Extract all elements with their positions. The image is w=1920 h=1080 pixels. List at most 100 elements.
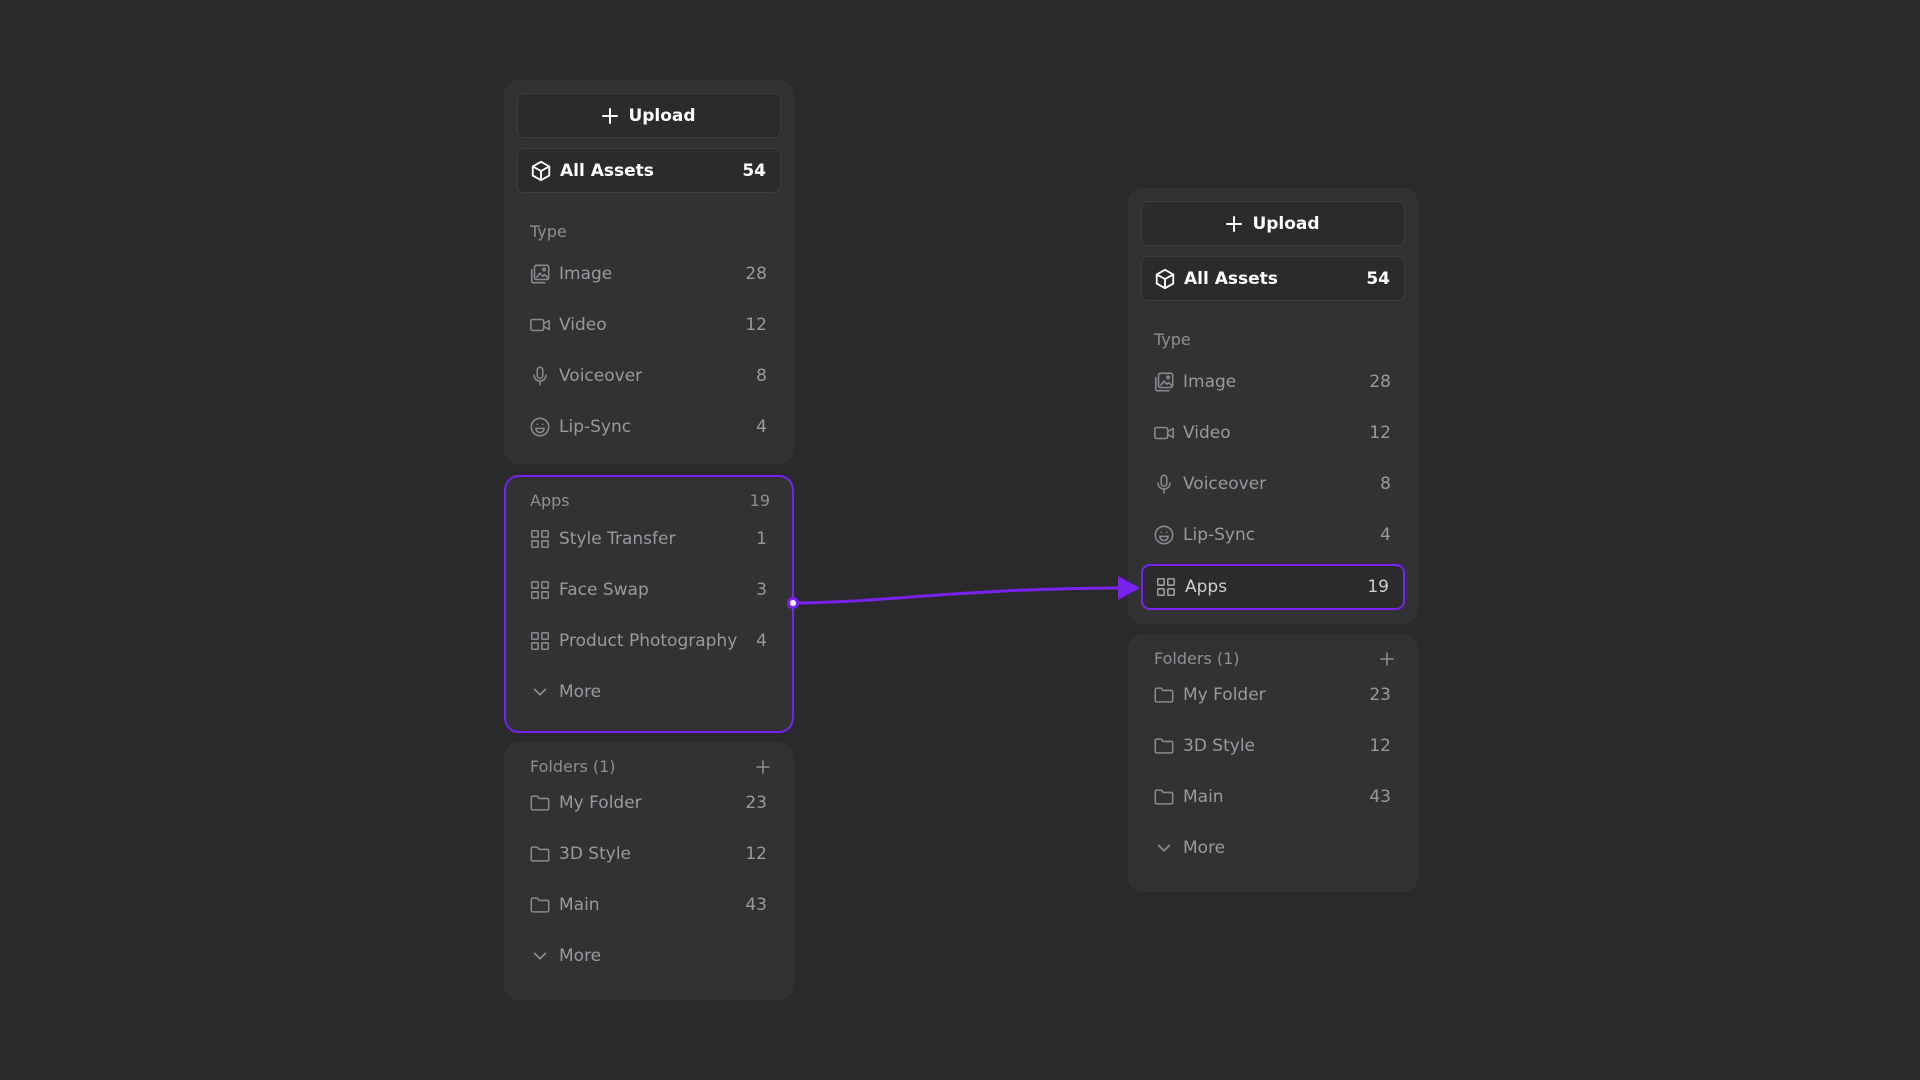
chevron-down-icon bbox=[529, 681, 551, 703]
folder-icon bbox=[1153, 735, 1175, 757]
folder-item-main[interactable]: Main 43 bbox=[1141, 775, 1405, 819]
folder-item-count: 12 bbox=[745, 844, 767, 864]
video-icon bbox=[529, 314, 551, 336]
left-folders-card: Folders (1) My Folder 23 3D Style 12 Mai… bbox=[504, 742, 794, 1000]
folders-more-button[interactable]: More bbox=[1141, 826, 1405, 870]
type-item-lip-sync[interactable]: Lip-Sync 4 bbox=[1141, 513, 1405, 557]
type-item-video[interactable]: Video 12 bbox=[1141, 411, 1405, 455]
folder-item-label: 3D Style bbox=[1183, 736, 1256, 756]
grid-icon bbox=[1155, 576, 1177, 598]
folder-item-3d-style[interactable]: 3D Style 12 bbox=[1141, 724, 1405, 768]
app-item-count: 3 bbox=[756, 580, 767, 600]
type-item-label: Image bbox=[559, 264, 613, 284]
folder-item-count: 43 bbox=[1369, 787, 1391, 807]
type-item-count: 8 bbox=[756, 366, 767, 386]
upload-button[interactable]: Upload bbox=[517, 93, 781, 138]
add-folder-button[interactable] bbox=[754, 758, 772, 776]
all-assets-label: All Assets bbox=[1184, 268, 1278, 289]
chevron-down-icon bbox=[529, 945, 551, 967]
all-assets-count: 54 bbox=[1366, 268, 1390, 289]
folder-item-my-folder[interactable]: My Folder 23 bbox=[517, 781, 781, 825]
type-item-label: Lip-Sync bbox=[1183, 525, 1256, 545]
type-item-label: Video bbox=[1183, 423, 1231, 443]
all-assets-label: All Assets bbox=[560, 160, 654, 181]
type-item-video[interactable]: Video 12 bbox=[517, 303, 781, 347]
folder-item-label: 3D Style bbox=[559, 844, 632, 864]
type-item-label: Voiceover bbox=[559, 366, 643, 386]
microphone-icon bbox=[529, 365, 551, 387]
type-section-title: Type bbox=[1154, 330, 1191, 349]
smiley-icon bbox=[529, 416, 551, 438]
app-item-product-photography[interactable]: Product Photography 4 bbox=[517, 619, 781, 663]
plus-icon bbox=[756, 760, 770, 774]
left-sidebar-top-card: Upload All Assets 54 Type Image 28 Video… bbox=[504, 80, 794, 464]
upload-label: Upload bbox=[628, 105, 696, 126]
apps-item-count: 19 bbox=[1367, 577, 1389, 597]
connector-arrow bbox=[787, 576, 1140, 609]
app-item-count: 1 bbox=[756, 529, 767, 549]
image-icon bbox=[1153, 371, 1175, 393]
grid-icon bbox=[529, 630, 551, 652]
apps-section-card: Apps 19 Style Transfer 1 Face Swap 3 Pro… bbox=[504, 475, 794, 733]
folder-item-label: Main bbox=[1183, 787, 1224, 807]
folder-item-3d-style[interactable]: 3D Style 12 bbox=[517, 832, 781, 876]
plus-icon bbox=[602, 107, 619, 124]
folder-item-count: 43 bbox=[745, 895, 767, 915]
upload-label: Upload bbox=[1252, 213, 1320, 234]
type-item-count: 28 bbox=[745, 264, 767, 284]
smiley-icon bbox=[1153, 524, 1175, 546]
type-item-label: Voiceover bbox=[1183, 474, 1267, 494]
type-item-count: 4 bbox=[1380, 525, 1391, 545]
type-item-label: Image bbox=[1183, 372, 1237, 392]
type-item-image[interactable]: Image 28 bbox=[1141, 360, 1405, 404]
apps-more-button[interactable]: More bbox=[517, 670, 781, 714]
grid-icon bbox=[529, 528, 551, 550]
add-folder-button[interactable] bbox=[1378, 650, 1396, 668]
type-item-count: 12 bbox=[745, 315, 767, 335]
app-item-style-transfer[interactable]: Style Transfer 1 bbox=[517, 517, 781, 561]
apps-section-title: Apps bbox=[530, 491, 570, 510]
app-item-label: Product Photography bbox=[559, 631, 738, 651]
type-item-count: 12 bbox=[1369, 423, 1391, 443]
folder-item-label: My Folder bbox=[1183, 685, 1266, 705]
folder-icon bbox=[1153, 684, 1175, 706]
folder-item-label: My Folder bbox=[559, 793, 642, 813]
microphone-icon bbox=[1153, 473, 1175, 495]
upload-button[interactable]: Upload bbox=[1141, 201, 1405, 246]
folder-item-main[interactable]: Main 43 bbox=[517, 883, 781, 927]
more-label: More bbox=[559, 682, 602, 702]
video-icon bbox=[1153, 422, 1175, 444]
type-item-image[interactable]: Image 28 bbox=[517, 252, 781, 296]
image-icon bbox=[529, 263, 551, 285]
folders-more-button[interactable]: More bbox=[517, 934, 781, 978]
folder-item-label: Main bbox=[559, 895, 600, 915]
type-item-count: 4 bbox=[756, 417, 767, 437]
app-item-face-swap[interactable]: Face Swap 3 bbox=[517, 568, 781, 612]
plus-icon bbox=[1380, 652, 1394, 666]
folders-section-title: Folders (1) bbox=[530, 757, 616, 776]
type-item-lip-sync[interactable]: Lip-Sync 4 bbox=[517, 405, 781, 449]
apps-item-label: Apps bbox=[1185, 577, 1228, 597]
app-item-label: Face Swap bbox=[559, 580, 649, 600]
type-item-apps[interactable]: Apps 19 bbox=[1141, 564, 1405, 610]
right-folders-card: Folders (1) My Folder 23 3D Style 12 Mai… bbox=[1128, 634, 1418, 892]
type-section-title: Type bbox=[530, 222, 567, 241]
folder-item-my-folder[interactable]: My Folder 23 bbox=[1141, 673, 1405, 717]
more-label: More bbox=[1183, 838, 1226, 858]
all-assets-item[interactable]: All Assets 54 bbox=[1141, 256, 1405, 301]
type-item-voiceover[interactable]: Voiceover 8 bbox=[1141, 462, 1405, 506]
apps-section-count: 19 bbox=[749, 491, 770, 510]
folder-item-count: 12 bbox=[1369, 736, 1391, 756]
folder-icon bbox=[1153, 786, 1175, 808]
plus-icon bbox=[1226, 215, 1243, 232]
type-item-count: 28 bbox=[1369, 372, 1391, 392]
grid-icon bbox=[529, 579, 551, 601]
type-item-voiceover[interactable]: Voiceover 8 bbox=[517, 354, 781, 398]
right-sidebar-top-card: Upload All Assets 54 Type Image 28 Video… bbox=[1128, 188, 1418, 624]
chevron-down-icon bbox=[1153, 837, 1175, 859]
folder-item-count: 23 bbox=[1369, 685, 1391, 705]
folders-section-title: Folders (1) bbox=[1154, 649, 1240, 668]
all-assets-item[interactable]: All Assets 54 bbox=[517, 148, 781, 193]
all-assets-count: 54 bbox=[742, 160, 766, 181]
type-item-label: Video bbox=[559, 315, 607, 335]
